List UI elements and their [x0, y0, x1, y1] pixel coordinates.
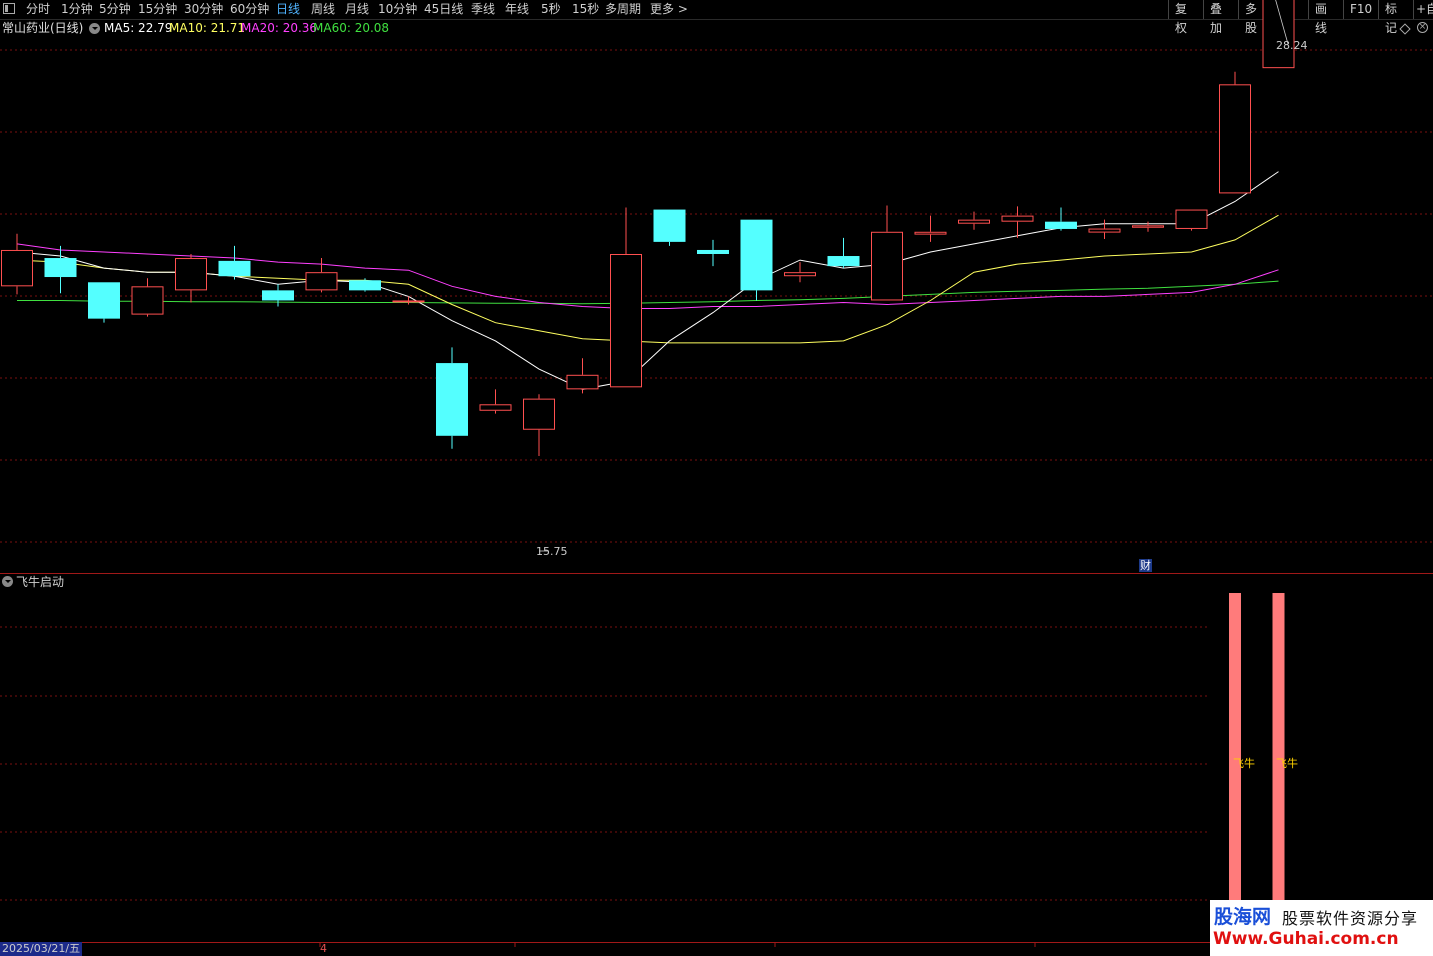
candle-body — [740, 219, 773, 291]
candle-body — [88, 282, 120, 319]
current-date-label: 2025/03/21/五 — [0, 942, 83, 956]
stock-title[interactable]: 常山药业(日线) — [2, 20, 83, 37]
candle-body — [392, 300, 425, 303]
candle-body — [175, 258, 207, 291]
indicator-title[interactable]: 飞牛启动 — [16, 574, 64, 590]
candle-body — [871, 231, 903, 301]
candle-body — [1, 249, 33, 287]
axis-marker: 4 — [320, 942, 327, 955]
watermark-logo: 股海网 — [1214, 906, 1272, 928]
watermark-slogan: 股票软件资源分享 — [1282, 909, 1419, 928]
candle-body — [958, 219, 990, 224]
candle-body — [610, 254, 642, 388]
watermark: 股海网 股票软件资源分享 Www.Guhai.com.cn — [1210, 900, 1433, 956]
candle-body — [1219, 84, 1251, 194]
candle-body — [523, 398, 555, 430]
ma-settings-icon[interactable] — [89, 23, 100, 34]
candle-body — [218, 260, 251, 277]
candle-body — [784, 272, 816, 277]
ma5-legend: MA5: 22.79 — [104, 21, 173, 35]
candle-body — [44, 258, 77, 278]
kline-chart[interactable] — [0, 0, 1433, 956]
signal-label: 飞牛 — [1276, 757, 1298, 770]
ma60-legend: MA60: 20.08 — [313, 21, 390, 35]
low-price-label: 15.75 — [536, 545, 568, 558]
candle-body — [827, 256, 860, 267]
finance-badge[interactable]: 财 — [1139, 559, 1152, 572]
ma10-legend: MA10: 21.71 — [169, 21, 246, 35]
candle-body — [1045, 221, 1077, 229]
candle-body — [1088, 228, 1121, 233]
signal-label: 飞牛 — [1233, 757, 1255, 770]
ma20-legend: MA20: 20.36 — [241, 21, 318, 35]
candle-body — [1175, 209, 1208, 229]
candle-body — [305, 272, 338, 291]
close-icon[interactable]: × — [1417, 22, 1428, 33]
candle-body — [1132, 225, 1164, 228]
candle-body — [1001, 215, 1034, 222]
candle-body — [697, 249, 729, 254]
watermark-url: Www.Guhai.com.cn — [1213, 929, 1399, 949]
candle-body — [479, 404, 512, 411]
candle-body — [914, 231, 947, 235]
candle-body — [131, 286, 164, 315]
candle-body — [262, 290, 294, 301]
high-price-label: 28.24 — [1276, 39, 1308, 52]
candle-body — [349, 280, 381, 291]
candle-body — [653, 209, 686, 242]
candle-body — [566, 374, 599, 390]
indicator-settings-icon[interactable] — [2, 576, 13, 587]
candle-body — [436, 363, 468, 436]
